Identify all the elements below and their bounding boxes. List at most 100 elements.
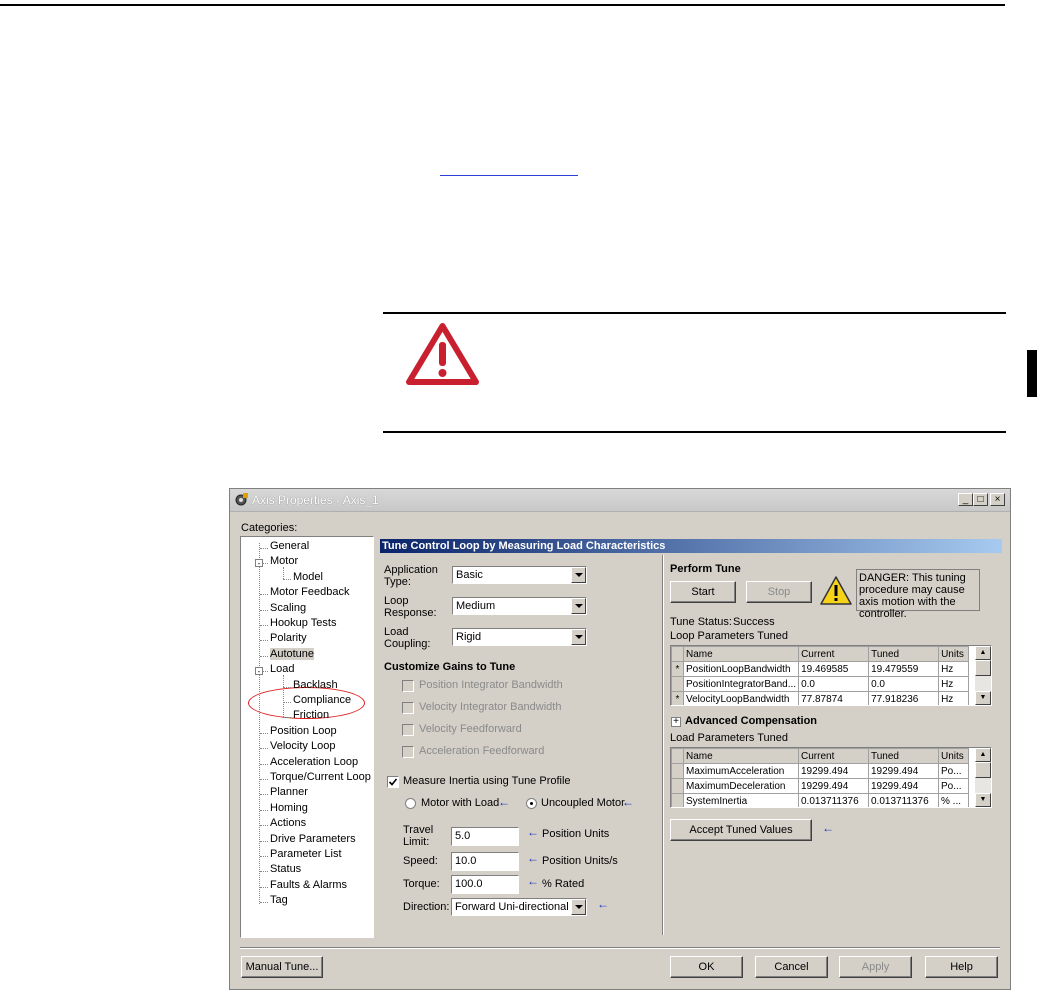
vertical-scrollbar[interactable]: ▲ ▼ — [975, 646, 991, 705]
table-row[interactable]: * VelocityLoopBandwidth 77.87874 77.918236 H… — [671, 691, 970, 705]
tree-item-friction[interactable]: Friction — [293, 709, 329, 721]
gain-checkbox[interactable] — [402, 702, 414, 714]
gain-checkbox[interactable] — [402, 680, 414, 692]
tree-item-drive-parameters[interactable]: Drive Parameters — [270, 833, 356, 845]
tree-branch-line — [260, 625, 268, 626]
speed-input[interactable]: 10.0 — [451, 852, 519, 871]
tree-branch-line — [260, 825, 268, 827]
table-row[interactable]: PositionIntegratorBand... 0.0 0.0 Hz — [671, 676, 970, 692]
cell-current: 77.87874 — [798, 691, 870, 705]
dialog-titlebar[interactable]: Axis Properties - Axis_1 _ □ × — [230, 489, 1010, 512]
loop-response-select[interactable]: Medium — [452, 597, 587, 615]
direction-select[interactable]: Forward Uni-directional — [451, 898, 587, 916]
column-header[interactable]: Current — [798, 646, 870, 662]
column-header[interactable]: Units — [938, 748, 969, 764]
tree-item-polarity[interactable]: Polarity — [270, 632, 307, 644]
vertical-scrollbar[interactable]: ▲ ▼ — [975, 748, 991, 807]
row-marker — [671, 778, 684, 794]
help-button[interactable]: Help — [925, 956, 998, 978]
cancel-button[interactable]: Cancel — [755, 956, 828, 978]
tree-item-homing[interactable]: Homing — [270, 802, 308, 814]
tree-item-torque-current-loop[interactable]: Torque/Current Loop — [270, 771, 371, 783]
motor-with-load-radio[interactable] — [405, 798, 416, 809]
column-header[interactable]: Name — [683, 748, 799, 764]
gain-checkbox[interactable] — [402, 746, 414, 758]
start-button[interactable]: Start — [670, 581, 736, 603]
tree-item-position-loop[interactable]: Position Loop — [270, 725, 337, 737]
arrow-left-icon: ← — [527, 851, 539, 865]
column-header[interactable]: Name — [682, 646, 800, 662]
hyperlink-underline[interactable] — [440, 165, 578, 176]
scroll-down-icon[interactable]: ▼ — [975, 691, 991, 705]
tree-item-model[interactable]: Model — [293, 571, 323, 583]
tree-item-scaling[interactable]: Scaling — [270, 602, 306, 614]
tree-item-tag[interactable]: Tag — [270, 894, 288, 906]
load-coupling-label: Load Coupling: — [384, 626, 431, 650]
loop-params-grid[interactable]: Name Current Tuned Units * PositionLoopBandwi… — [670, 645, 992, 706]
params-table: Name Current Tuned Units * PositionLoopBandwi… — [671, 646, 970, 705]
chevron-down-icon[interactable] — [571, 899, 586, 915]
tree-item-compliance[interactable]: Compliance — [293, 694, 351, 706]
column-header[interactable]: Units — [938, 646, 970, 662]
measure-inertia-checkbox[interactable] — [387, 776, 399, 788]
chevron-down-icon[interactable] — [571, 629, 586, 645]
axis-properties-dialog: Axis Properties - Axis_1 _ □ × Categorie… — [229, 488, 1011, 990]
scroll-up-icon[interactable]: ▲ — [975, 646, 991, 660]
gain-checkbox[interactable] — [402, 724, 414, 736]
tree-item-motor[interactable]: Motor — [270, 555, 298, 567]
tree-item-planner[interactable]: Planner — [270, 786, 308, 798]
scroll-up-icon[interactable]: ▲ — [975, 748, 991, 762]
tree-item-backlash[interactable]: Backlash — [293, 679, 338, 691]
table-row[interactable]: * PositionLoopBandwidth 19.469585 19.479559… — [671, 661, 970, 677]
tree-branch-line — [260, 655, 268, 657]
scroll-thumb[interactable] — [975, 762, 991, 778]
ok-button[interactable]: OK — [670, 956, 743, 978]
motor-with-load-label: Motor with Load — [421, 797, 500, 809]
torque-input[interactable]: 100.0 — [451, 875, 519, 894]
scroll-thumb[interactable] — [975, 660, 991, 676]
load-params-grid[interactable]: Name Current Tuned Units MaximumAcceleration… — [670, 747, 992, 808]
uncoupled-motor-radio[interactable] — [526, 798, 537, 809]
accept-tuned-values-button[interactable]: Accept Tuned Values — [670, 819, 812, 841]
tree-item-autotune[interactable]: Autotune — [270, 647, 315, 660]
chevron-down-icon[interactable] — [571, 567, 586, 583]
manual-tune-button[interactable]: Manual Tune... — [241, 956, 323, 978]
tree-item-faults-alarms[interactable]: Faults & Alarms — [270, 879, 347, 891]
chevron-down-icon[interactable] — [571, 598, 586, 614]
column-header[interactable]: Tuned — [868, 748, 939, 764]
tree-item-general[interactable]: General — [270, 540, 309, 552]
tree-expander-icon[interactable]: - — [255, 667, 263, 676]
table-row[interactable]: SystemInertia 0.013711376 0.013711376% ... — [671, 793, 969, 807]
tree-item-acceleration-loop[interactable]: Acceleration Loop — [270, 756, 358, 768]
scroll-down-icon[interactable]: ▼ — [975, 793, 991, 807]
dialog-title: Axis Properties - Axis_1 — [252, 493, 379, 507]
travel-limit-unit: Position Units — [542, 828, 610, 840]
expand-plus-icon[interactable]: + — [671, 717, 681, 727]
travel-limit-input[interactable]: 5.0 — [451, 827, 519, 846]
stop-button[interactable]: Stop — [746, 581, 812, 603]
apply-button[interactable]: Apply — [839, 956, 912, 978]
tree-item-status[interactable]: Status — [270, 863, 301, 875]
categories-tree[interactable]: General - Motor Model Motor Feedback Scaling H… — [240, 536, 374, 938]
tree-item-velocity-loop[interactable]: Velocity Loop — [270, 740, 335, 752]
tree-item-parameter-list[interactable]: Parameter List — [270, 848, 342, 860]
load-coupling-select[interactable]: Rigid — [452, 628, 587, 646]
table-row[interactable]: MaximumAcceleration 19299.494 19299.494 Po.… — [671, 763, 969, 779]
column-header[interactable]: Current — [798, 748, 869, 764]
loop-response-label: Loop Response: — [384, 595, 437, 619]
tree-expander-icon[interactable]: - — [255, 559, 263, 568]
tree-item-load[interactable]: Load — [270, 663, 294, 675]
maximize-button[interactable]: □ — [973, 493, 988, 506]
tree-branch-line — [260, 748, 268, 750]
table-row[interactable]: MaximumDeceleration 19299.494 19299.494 Po.… — [671, 778, 969, 794]
tree-item-actions[interactable]: Actions — [270, 817, 306, 829]
tree-item-hookup-tests[interactable]: Hookup Tests — [270, 617, 336, 629]
minimize-button[interactable]: _ — [958, 493, 973, 506]
application-type-select[interactable]: Basic — [452, 566, 587, 584]
column-header[interactable]: Tuned — [868, 646, 940, 662]
tree-item-motor-feedback[interactable]: Motor Feedback — [270, 586, 349, 598]
advanced-compensation-heading[interactable]: Advanced Compensation — [685, 715, 817, 727]
gear-icon — [235, 493, 248, 506]
tree-guide-line — [283, 567, 284, 579]
close-button[interactable]: × — [990, 493, 1005, 506]
